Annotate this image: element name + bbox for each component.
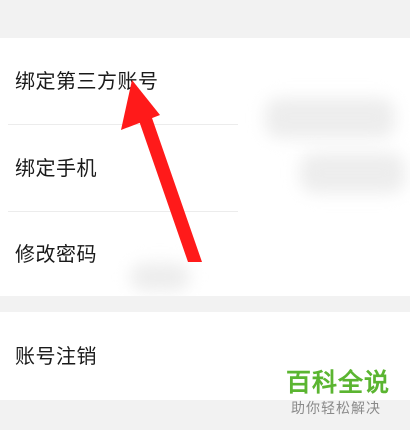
watermark-subtitle: 助你轻松解决 <box>291 401 381 417</box>
settings-item-change-password[interactable]: 修改密码 <box>0 212 410 296</box>
redacted-value <box>300 153 405 193</box>
settings-item-label: 账号注销 <box>15 344 97 368</box>
section-spacer <box>0 296 410 312</box>
settings-item-label: 绑定第三方账号 <box>15 69 159 93</box>
watermark-title: 百科全说 <box>286 368 391 397</box>
redacted-value <box>265 98 395 138</box>
redacted-value <box>130 263 190 291</box>
settings-item-label: 绑定手机 <box>15 156 97 180</box>
settings-item-label: 修改密码 <box>15 242 97 266</box>
account-settings-card: 绑定第三方账号 绑定手机 修改密码 <box>0 38 410 296</box>
top-spacer <box>0 0 410 38</box>
